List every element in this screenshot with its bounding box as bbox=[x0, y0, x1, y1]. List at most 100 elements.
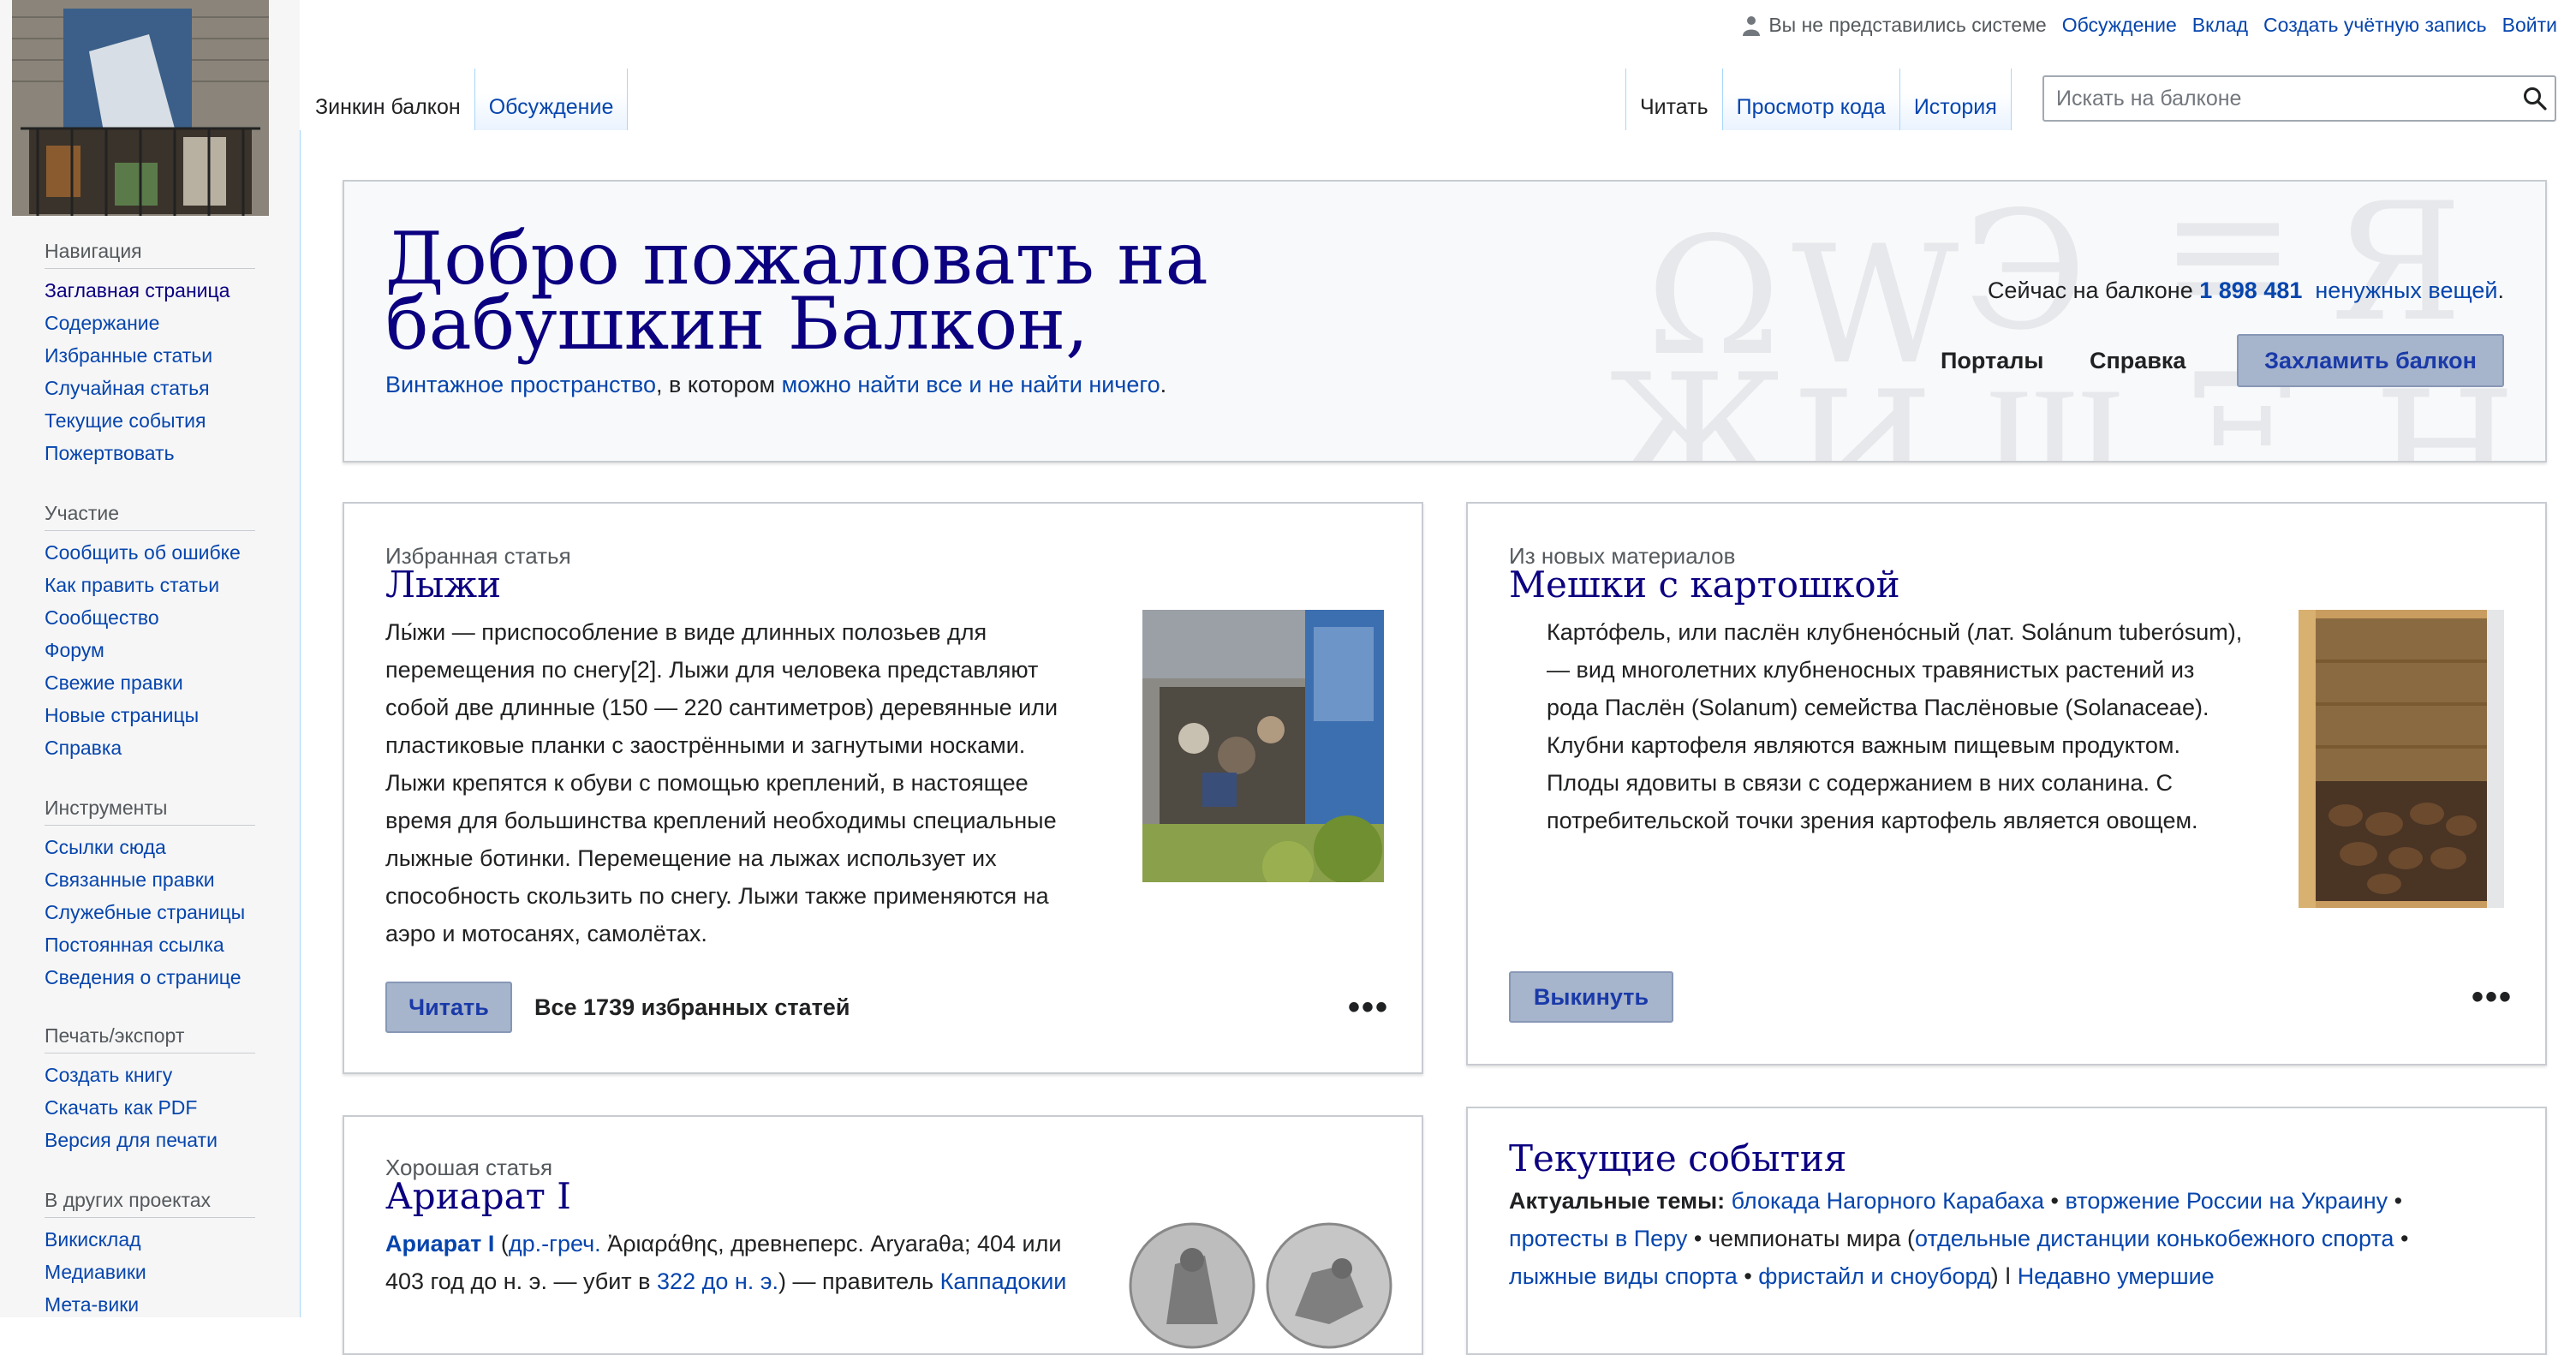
sidebar-item-1-1[interactable]: Как править статьи bbox=[45, 569, 241, 601]
featured-line: пластиковые планки с заострёнными и загн… bbox=[385, 732, 1026, 758]
tab-history[interactable]: История bbox=[1899, 69, 2012, 130]
sidebar-item-0-2[interactable]: Избранные статьи bbox=[45, 339, 230, 372]
welcome-sub-mid: , в котором bbox=[655, 372, 776, 397]
topics-label: Актуальные темы: bbox=[1509, 1188, 1726, 1214]
sidebar-item-0-5[interactable]: Пожертвовать bbox=[45, 437, 230, 469]
welcome-title-line2: бабушкин Балкон, bbox=[385, 282, 1088, 366]
item-count: Сейчас на балконе 1 898 481 ненужных вещ… bbox=[1988, 278, 2504, 304]
sidebar-heading-3: Печать/экспорт bbox=[45, 1024, 255, 1054]
featured-more-button[interactable]: ••• bbox=[1348, 990, 1389, 1024]
topic-freestyle[interactable]: фристайл и сноуборд bbox=[1758, 1263, 1990, 1289]
sidebar-item-2-1[interactable]: Связанные правки bbox=[45, 863, 245, 896]
throw-away-button[interactable]: Выкинуть bbox=[1509, 971, 1673, 1023]
sidebar-item-0-4[interactable]: Текущие события bbox=[45, 404, 230, 437]
new-material-line: потребительской точки зрения картофель я… bbox=[1547, 808, 2198, 833]
ancient-greek-link[interactable]: др.-греч. bbox=[509, 1231, 601, 1257]
sidebar-item-2-3[interactable]: Постоянная ссылка bbox=[45, 928, 245, 961]
coin-image[interactable] bbox=[1124, 1221, 1398, 1350]
personal-link-contributions[interactable]: Вклад bbox=[2192, 14, 2248, 37]
count-suffix-link[interactable]: ненужных вещей bbox=[2315, 278, 2497, 303]
count-end: . bbox=[2497, 278, 2504, 303]
year-322-link[interactable]: 322 до н. э. bbox=[657, 1268, 778, 1294]
good-article-line2: 403 год до н. э. — убит в 322 до н. э.) … bbox=[385, 1262, 1122, 1300]
personal-link-talk[interactable]: Обсуждение bbox=[2062, 14, 2177, 37]
new-material-line: рода Паслён (Solanum) семейства Паслёнов… bbox=[1547, 695, 2209, 720]
sidebar-list-1: Сообщить об ошибке Как править статьи Сооб… bbox=[45, 536, 241, 764]
current-events-title[interactable]: Текущие события bbox=[1509, 1137, 1846, 1179]
sidebar-item-3-0[interactable]: Создать книгу bbox=[45, 1059, 218, 1091]
portals-button[interactable]: Порталы bbox=[1941, 334, 2044, 387]
topic-skiing[interactable]: лыжные виды спорта bbox=[1509, 1263, 1738, 1289]
sidebar-item-2-2[interactable]: Служебные страницы bbox=[45, 896, 245, 928]
new-material-text: Карто́фель, или паслён клубнено́сный (ла… bbox=[1547, 613, 2300, 839]
sidebar-item-1-3[interactable]: Форум bbox=[45, 634, 241, 666]
featured-line: Лыжи крепятся к обуви с помощью креплени… bbox=[385, 770, 1029, 796]
sidebar-item-4-2[interactable]: Мета-вики bbox=[45, 1288, 146, 1321]
featured-line: Лы́жи — приспособление в виде длинных по… bbox=[385, 619, 987, 645]
view-tabs: Читать Просмотр кода История bbox=[1625, 69, 2012, 130]
topic-ukraine[interactable]: вторжение России на Украину bbox=[2066, 1188, 2388, 1214]
search-input[interactable] bbox=[2044, 77, 2515, 120]
new-material-line: Карто́фель, или паслён клубнено́сный (ла… bbox=[1547, 619, 2243, 645]
featured-line: перемещения по снегу[2]. Лыжи для челове… bbox=[385, 657, 1039, 683]
tab-page[interactable]: Зинкин балкон bbox=[301, 69, 475, 130]
search-button[interactable] bbox=[2515, 77, 2555, 120]
topics-line1: Актуальные темы: блокада Нагорного Караб… bbox=[1509, 1182, 2519, 1220]
topic-karabakh[interactable]: блокада Нагорного Карабаха bbox=[1732, 1188, 2044, 1214]
welcome-sub-end: . bbox=[1160, 372, 1167, 397]
sidebar-item-0-3[interactable]: Случайная статья bbox=[45, 372, 230, 404]
tab-talk[interactable]: Обсуждение bbox=[474, 69, 629, 130]
new-material-title[interactable]: Мешки с картошкой bbox=[1509, 564, 1900, 606]
topic-sep: • bbox=[2394, 1188, 2403, 1214]
personal-link-login[interactable]: Войти bbox=[2502, 14, 2557, 37]
sidebar-item-3-2[interactable]: Версия для печати bbox=[45, 1124, 218, 1156]
all-featured-link[interactable]: Все 1739 избранных статей bbox=[534, 982, 850, 1033]
sidebar-item-4-0[interactable]: Викисклад bbox=[45, 1223, 146, 1256]
find-everything-link[interactable]: можно найти все и не найти ничего bbox=[782, 372, 1160, 397]
topic-speed-skating[interactable]: отдельные дистанции конькобежного спорта bbox=[1915, 1226, 2394, 1251]
new-material-more-button[interactable]: ••• bbox=[2472, 980, 2513, 1014]
count-number[interactable]: 1 898 481 bbox=[2199, 278, 2302, 303]
sidebar-item-1-6[interactable]: Справка bbox=[45, 731, 241, 764]
good-article-name-link[interactable]: Ариарат I bbox=[385, 1231, 494, 1257]
sidebar-item-1-0[interactable]: Сообщить об ошибке bbox=[45, 536, 241, 569]
read-featured-button[interactable]: Читать bbox=[385, 982, 512, 1033]
sidebar-heading-2: Инструменты bbox=[45, 797, 255, 826]
tab-view-source[interactable]: Просмотр кода bbox=[1722, 69, 1900, 130]
sidebar-item-2-4[interactable]: Сведения о странице bbox=[45, 961, 245, 994]
topic-sep: • bbox=[1693, 1226, 1702, 1251]
search-icon bbox=[2524, 87, 2547, 110]
sidebar-item-4-1[interactable]: Медиавики bbox=[45, 1256, 146, 1288]
tab-read[interactable]: Читать bbox=[1625, 69, 1723, 130]
svg-text:Я: Я bbox=[2331, 182, 2462, 357]
sidebar: Навигация Заглавная страница Содержание Изб… bbox=[0, 0, 300, 1317]
sidebar-item-1-5[interactable]: Новые страницы bbox=[45, 699, 241, 731]
featured-image[interactable] bbox=[1142, 610, 1384, 882]
featured-line: время для большинства креплений необходи… bbox=[385, 808, 1057, 833]
sidebar-item-0-0[interactable]: Заглавная страница bbox=[45, 274, 230, 307]
recently-deceased-link[interactable]: Недавно умершие bbox=[2018, 1263, 2215, 1289]
topic-sep: • bbox=[1744, 1263, 1752, 1289]
featured-line: лыжные ботинки. Перемещение на лыжах исп… bbox=[385, 845, 997, 871]
new-material-image[interactable] bbox=[2299, 610, 2504, 908]
good-article-title[interactable]: Ариарат I bbox=[385, 1175, 571, 1217]
featured-title[interactable]: Лыжи bbox=[385, 564, 501, 606]
cappadocia-link[interactable]: Каппадокии bbox=[940, 1268, 1067, 1294]
topic-peru[interactable]: протесты в Перу bbox=[1509, 1226, 1687, 1251]
sidebar-item-1-2[interactable]: Сообщество bbox=[45, 601, 241, 634]
sidebar-item-0-1[interactable]: Содержание bbox=[45, 307, 230, 339]
clutter-balcony-button[interactable]: Захламить балкон bbox=[2237, 334, 2504, 387]
anon-user: Вы не представились системе bbox=[1743, 14, 2047, 37]
personal-link-create-account[interactable]: Создать учётную запись bbox=[2263, 14, 2487, 37]
sidebar-item-1-4[interactable]: Свежие правки bbox=[45, 666, 241, 699]
help-button[interactable]: Справка bbox=[2090, 334, 2185, 387]
sidebar-item-3-1[interactable]: Скачать как PDF bbox=[45, 1091, 218, 1124]
search-box bbox=[2042, 75, 2556, 122]
topic-sep: • bbox=[2400, 1226, 2409, 1251]
sidebar-item-2-0[interactable]: Ссылки сюда bbox=[45, 831, 245, 863]
site-logo[interactable] bbox=[12, 0, 269, 216]
good-article-line1-rest: Ἀριαράθης, древнеперс. Aryaraθa; 404 или bbox=[607, 1231, 1062, 1257]
vintage-space-link[interactable]: Винтажное пространство bbox=[385, 372, 656, 397]
topic-championships: чемпионаты мира ( bbox=[1708, 1226, 1916, 1251]
sidebar-list-2: Ссылки сюда Связанные правки Служебные стр… bbox=[45, 831, 245, 994]
